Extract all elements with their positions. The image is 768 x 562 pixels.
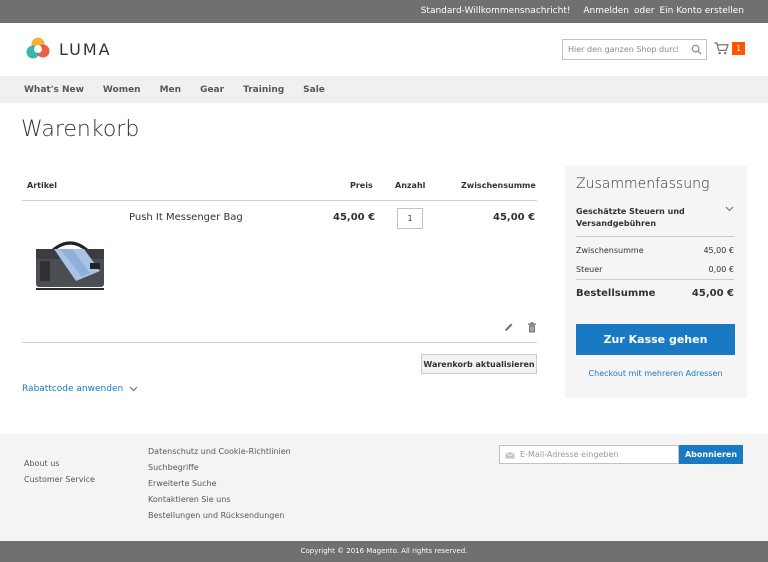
item-price: 45,00 € bbox=[333, 212, 376, 223]
divider bbox=[576, 279, 734, 280]
discount-label: Rabattcode anwenden bbox=[22, 384, 124, 394]
cart-table-header: Artikel Preis Anzahl Zwischensumme bbox=[22, 172, 537, 201]
cart-count-badge: 1 bbox=[732, 42, 745, 55]
envelope-icon bbox=[505, 451, 515, 462]
cart-icon bbox=[714, 42, 729, 55]
item-subtotal: 45,00 € bbox=[493, 212, 536, 223]
or-text: oder bbox=[633, 6, 655, 16]
footer-links-col1: About us Customer Service bbox=[24, 456, 95, 488]
nav-item-women[interactable]: Women bbox=[103, 85, 141, 95]
multi-address-checkout-link[interactable]: Checkout mit mehreren Adressen bbox=[576, 369, 735, 378]
nav-item-training[interactable]: Training bbox=[243, 85, 284, 95]
footer-link-contact[interactable]: Kontaktieren Sie uns bbox=[148, 492, 291, 508]
footer-links-col2: Datenschutz und Cookie-Richtlinien Suchb… bbox=[148, 444, 291, 524]
column-qty: Anzahl bbox=[395, 181, 426, 190]
page-title: Warenkorb bbox=[21, 117, 140, 142]
edit-icon[interactable] bbox=[504, 322, 514, 336]
order-total-row: Bestellsumme 45,00 € bbox=[576, 288, 734, 299]
cart-item-row: Push It Messenger Bag 45,00 € 1 45,00 € bbox=[22, 201, 537, 343]
discount-toggle[interactable]: Rabattcode anwenden bbox=[22, 384, 138, 394]
footer-link-orders-returns[interactable]: Bestellungen und Rücksendungen bbox=[148, 508, 291, 524]
tax-label: Steuer bbox=[576, 265, 603, 274]
trash-icon[interactable] bbox=[527, 322, 537, 336]
chevron-down-icon bbox=[129, 386, 138, 392]
tax-estimate-label: Geschätzte Steuern und Versandgebühren bbox=[576, 207, 685, 228]
footer: About us Customer Service Datenschutz un… bbox=[0, 434, 768, 541]
footer-link-privacy[interactable]: Datenschutz und Cookie-Richtlinien bbox=[148, 444, 291, 460]
top-bar: Standard-Willkommensnachricht! Anmelden … bbox=[0, 0, 768, 23]
footer-link-advanced-search[interactable]: Erweiterte Suche bbox=[148, 476, 291, 492]
divider bbox=[576, 236, 734, 237]
main-nav: What's New Women Men Gear Training Sale bbox=[0, 76, 768, 103]
minicart[interactable]: 1 bbox=[714, 42, 745, 55]
product-image[interactable] bbox=[32, 233, 108, 309]
footer-link-search-terms[interactable]: Suchbegriffe bbox=[148, 460, 291, 476]
search-box bbox=[562, 39, 707, 60]
footer-link-customer-service[interactable]: Customer Service bbox=[24, 472, 95, 488]
nav-item-whats-new[interactable]: What's New bbox=[24, 85, 84, 95]
item-actions bbox=[504, 322, 537, 336]
cart-table: Artikel Preis Anzahl Zwischensumme Push … bbox=[22, 172, 537, 343]
subscribe-button[interactable]: Abonnieren bbox=[679, 445, 743, 464]
tax-estimate-toggle[interactable]: Geschätzte Steuern und Versandgebühren bbox=[576, 206, 734, 230]
logo-wordmark: LUMA bbox=[59, 39, 112, 59]
tax-value: 0,00 € bbox=[708, 265, 734, 274]
newsletter-email-input[interactable] bbox=[500, 446, 678, 463]
column-price: Preis bbox=[350, 181, 373, 190]
subtotal-row: Zwischensumme 45,00 € bbox=[576, 246, 734, 255]
newsletter-form: Abonnieren bbox=[499, 445, 743, 464]
header-links: Standard-Willkommensnachricht! Anmelden … bbox=[421, 6, 744, 16]
copyright-bar: Copyright © 2016 Magento. All rights res… bbox=[0, 541, 768, 562]
header: LUMA 1 bbox=[0, 23, 768, 76]
order-summary: Zusammenfassung Geschätzte Steuern und V… bbox=[565, 166, 747, 398]
search-icon[interactable] bbox=[691, 44, 702, 58]
order-total-value: 45,00 € bbox=[691, 288, 734, 299]
subtotal-label: Zwischensumme bbox=[576, 246, 644, 255]
column-item: Artikel bbox=[27, 181, 57, 190]
summary-title: Zusammenfassung bbox=[576, 176, 710, 192]
nav-item-men[interactable]: Men bbox=[160, 85, 181, 95]
subtotal-value: 45,00 € bbox=[703, 246, 734, 255]
create-account-link[interactable]: Ein Konto erstellen bbox=[659, 6, 744, 16]
logo[interactable]: LUMA bbox=[25, 36, 112, 62]
order-total-label: Bestellsumme bbox=[576, 288, 656, 299]
product-name-link[interactable]: Push It Messenger Bag bbox=[129, 212, 243, 223]
luma-logo-icon bbox=[26, 37, 50, 59]
chevron-down-icon bbox=[725, 206, 734, 212]
sign-in-link[interactable]: Anmelden bbox=[583, 6, 629, 16]
nav-item-sale[interactable]: Sale bbox=[303, 85, 325, 95]
tax-row: Steuer 0,00 € bbox=[576, 265, 734, 274]
footer-link-about[interactable]: About us bbox=[24, 456, 95, 472]
search-input[interactable] bbox=[563, 40, 683, 59]
welcome-message: Standard-Willkommensnachricht! bbox=[420, 6, 571, 16]
column-subtotal: Zwischensumme bbox=[461, 181, 536, 190]
newsletter-field bbox=[499, 445, 679, 464]
checkout-button[interactable]: Zur Kasse gehen bbox=[576, 324, 735, 355]
nav-item-gear[interactable]: Gear bbox=[200, 85, 224, 95]
update-cart-button[interactable]: Warenkorb aktualisieren bbox=[421, 354, 537, 374]
quantity-input[interactable]: 1 bbox=[397, 208, 423, 229]
